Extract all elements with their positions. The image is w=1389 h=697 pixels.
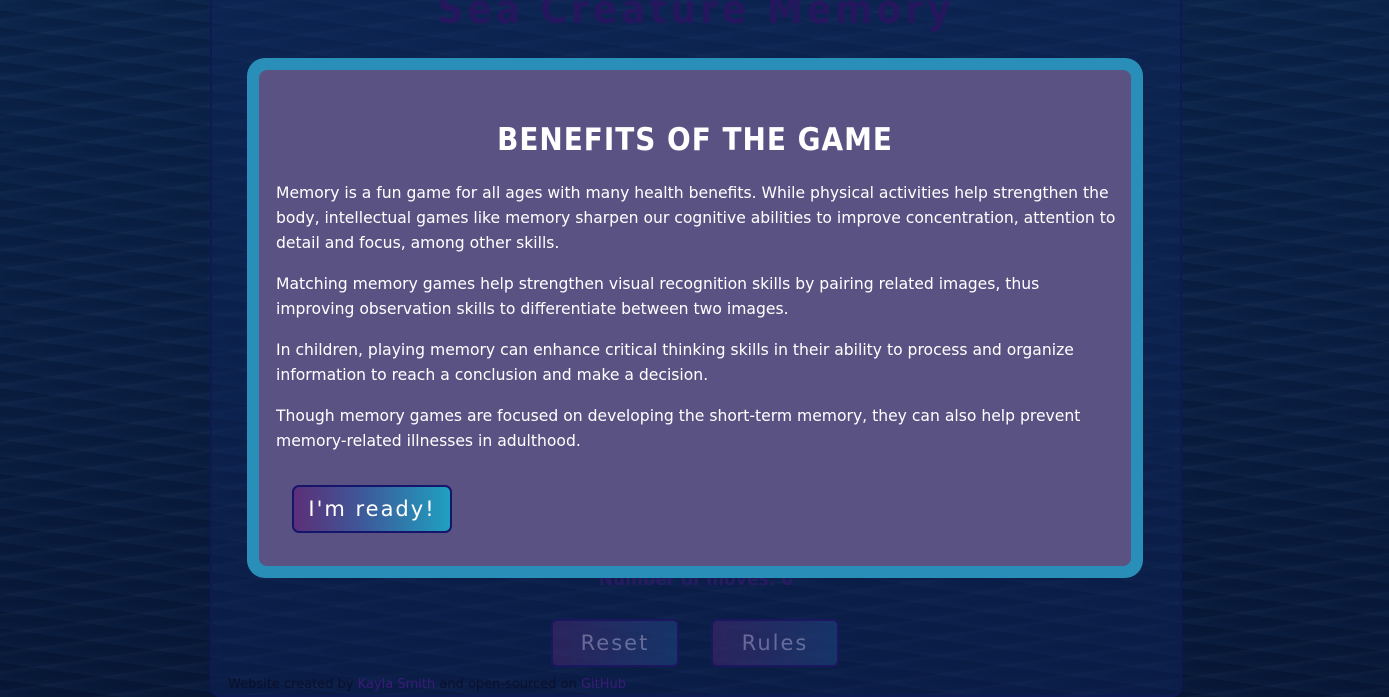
footer-credit: Website created by Kayla Smith and open-… [228, 677, 626, 692]
ready-button[interactable]: I'm ready! [292, 485, 452, 533]
benefits-modal: BENEFITS OF THE GAME Memory is a fun gam… [247, 58, 1143, 578]
modal-content: BENEFITS OF THE GAME Memory is a fun gam… [259, 70, 1131, 566]
modal-title: BENEFITS OF THE GAME [497, 122, 893, 158]
benefit-paragraph: Though memory games are focused on devel… [276, 407, 1081, 450]
reset-button[interactable]: Reset [551, 619, 679, 667]
author-link[interactable]: Kayla Smith [358, 677, 436, 692]
benefit-paragraph: In children, playing memory can enhance … [276, 341, 1074, 384]
footer-middle: and open-sourced on [435, 677, 581, 692]
modal-body: Memory is a fun game for all ages with m… [276, 181, 1116, 470]
game-title: Sea Creature Memory [437, 0, 955, 33]
github-link[interactable]: GitHub [581, 677, 626, 692]
footer-prefix: Website created by [228, 677, 358, 692]
benefit-paragraph: Memory is a fun game for all ages with m… [276, 184, 1116, 252]
benefit-paragraph: Matching memory games help strengthen vi… [276, 275, 1040, 318]
rules-button[interactable]: Rules [711, 619, 839, 667]
